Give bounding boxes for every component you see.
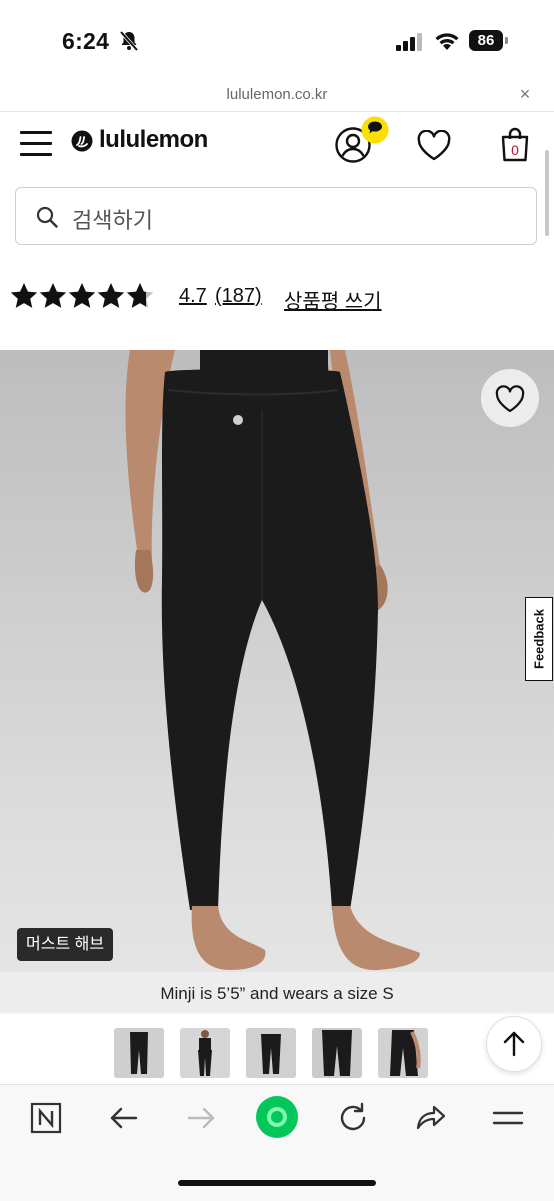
product-image[interactable] <box>0 350 554 1012</box>
thumbnail-1[interactable] <box>114 1028 164 1078</box>
close-icon[interactable]: × <box>514 83 536 105</box>
star-icon <box>97 283 125 308</box>
page-scrollbar[interactable] <box>545 150 549 236</box>
star-icon <box>39 283 67 308</box>
refresh-icon[interactable] <box>333 1098 373 1138</box>
naver-green-dot-icon[interactable] <box>255 1095 299 1139</box>
search-placeholder[interactable]: 검색하기 <box>72 203 153 235</box>
star-icon <box>68 283 96 308</box>
thumbnail-2[interactable] <box>180 1028 230 1078</box>
must-have-badge: 머스트 해브 <box>17 928 114 961</box>
cellular-signal-icon <box>396 33 422 51</box>
write-review-link[interactable]: 상품평 쓰기 <box>284 285 382 314</box>
brand-logo-text[interactable]: lululemon <box>99 126 208 154</box>
home-indicator[interactable] <box>178 1180 376 1186</box>
naver-home-icon[interactable] <box>26 1098 66 1138</box>
review-count-link[interactable]: (187) <box>215 285 262 308</box>
forward-arrow-icon[interactable] <box>181 1098 221 1138</box>
feedback-button[interactable]: Feedback <box>525 597 553 681</box>
menu-icon[interactable] <box>20 131 52 157</box>
rating-value[interactable]: 4.7 <box>179 285 207 308</box>
rating-stars <box>10 283 154 308</box>
back-to-top-arrow-icon[interactable] <box>486 1016 542 1072</box>
battery-level: 86 <box>469 30 503 51</box>
model-leggings-illustration <box>125 350 420 971</box>
thumbnail-3[interactable] <box>246 1028 296 1078</box>
silent-bell-icon <box>119 30 139 52</box>
thumbnail-5[interactable] <box>378 1028 428 1078</box>
add-to-wishlist-heart-icon[interactable] <box>481 369 539 427</box>
battery-indicator: 86 <box>469 30 509 51</box>
search-icon <box>36 206 58 228</box>
lululemon-logo-icon[interactable] <box>71 130 93 152</box>
feedback-label[interactable]: Feedback <box>532 609 547 669</box>
cart-count: 0 <box>511 142 519 158</box>
star-icon <box>10 283 38 308</box>
model-size-caption: Minji is 5’5” and wears a size S <box>160 984 394 1003</box>
thumbnail-4[interactable] <box>312 1028 362 1078</box>
share-icon[interactable] <box>410 1098 450 1138</box>
status-time: 6:24 <box>62 28 110 54</box>
wifi-icon <box>435 33 459 50</box>
chat-icon[interactable] <box>360 116 390 144</box>
menu-lines-icon[interactable] <box>488 1098 528 1138</box>
url-text[interactable]: lululemon.co.kr <box>0 86 554 103</box>
back-arrow-icon[interactable] <box>104 1098 144 1138</box>
wishlist-heart-icon[interactable] <box>416 130 452 162</box>
